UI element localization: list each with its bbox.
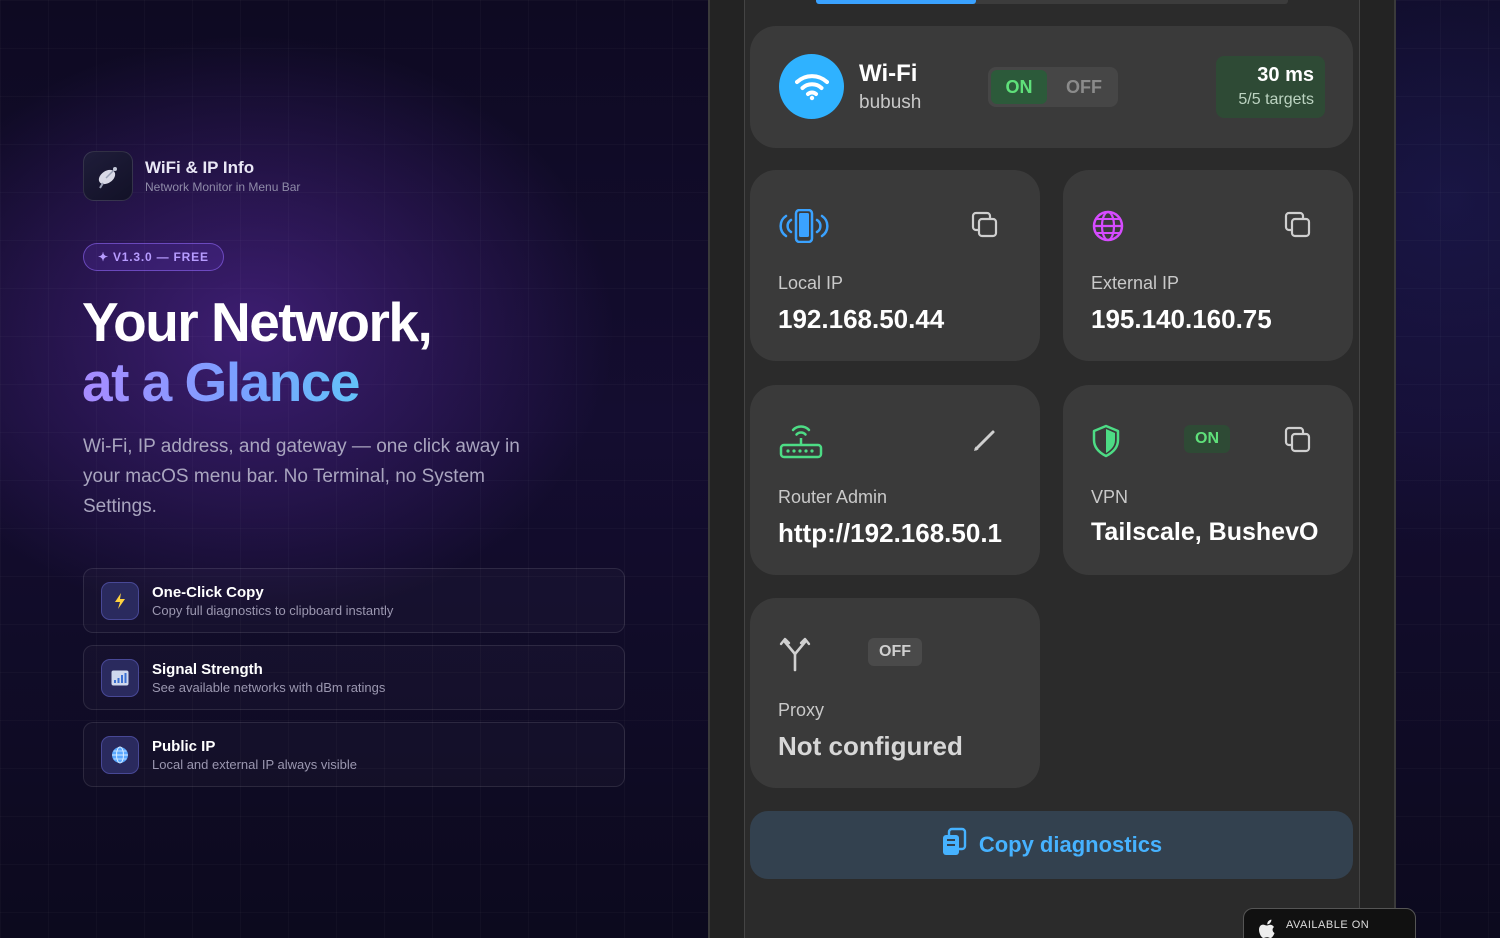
local-ip-label: Local IP: [778, 273, 844, 293]
wifi-ssid: bubush: [859, 92, 922, 113]
globe-icon: [101, 735, 139, 774]
copy-icon[interactable]: [970, 210, 1002, 242]
feature-desc: Local and external IP always visible: [152, 756, 357, 772]
feature-public-ip: Public IP Local and external IP always v…: [83, 722, 625, 787]
brand-title: WiFi & IP Info: [145, 158, 255, 177]
description: Wi-Fi, IP address, and gateway — one cli…: [83, 436, 520, 517]
copy-diagnostics-button[interactable]: Copy diagnostics: [750, 811, 1353, 879]
copy-icon[interactable]: [1283, 425, 1315, 457]
vpn-label: VPN: [1091, 487, 1129, 507]
router-value[interactable]: http://192.168.50.1: [778, 518, 1002, 549]
router-icon: [778, 421, 832, 461]
signal-chart-icon: [101, 658, 139, 697]
clipboard-icon: [941, 827, 967, 863]
phone-signal-icon: [778, 206, 832, 246]
feature-desc: Copy full diagnostics to clipboard insta…: [152, 602, 394, 618]
proxy-value: Not configured: [778, 731, 963, 761]
vpn-card[interactable]: ON VPN Tailscale, BushevO: [1063, 385, 1353, 575]
feature-title: One-Click Copy: [152, 583, 264, 601]
ping-indicator: 30 ms 5/5 targets: [1216, 56, 1325, 118]
router-admin-card[interactable]: Router Admin http://192.168.50.1: [750, 385, 1040, 575]
apple-logo-icon: [1258, 919, 1276, 938]
external-ip-label: External IP: [1091, 273, 1180, 293]
wifi-toggle-off[interactable]: OFF: [1054, 70, 1114, 104]
feature-title: Public IP: [152, 737, 216, 755]
store-badge-text: AVAILABLE ON: [1286, 919, 1370, 931]
headline: Your Network, at a Glance: [82, 291, 433, 412]
feature-signal-strength: Signal Strength See available networks w…: [83, 645, 625, 710]
wifi-toggle[interactable]: ON OFF: [988, 67, 1118, 107]
brand: WiFi & IP Info Network Monitor in Menu B…: [83, 151, 300, 201]
progress-fill: [816, 0, 976, 4]
feature-one-click-copy: One-Click Copy Copy full diagnostics to …: [83, 568, 625, 633]
external-ip-card[interactable]: External IP 195.140.160.75: [1063, 170, 1353, 361]
headline-line-2: at a Glance: [82, 352, 431, 412]
wifi-title: Wi-Fi: [859, 60, 918, 87]
local-ip-value: 192.168.50.44: [778, 304, 945, 334]
proxy-fork-icon: [778, 634, 832, 674]
vpn-status-badge: ON: [1184, 425, 1230, 453]
copy-diagnostics-label: Copy diagnostics: [978, 832, 1163, 857]
headline-line-1: Your Network,: [82, 291, 433, 353]
vpn-value: Tailscale, BushevO: [1091, 518, 1319, 546]
wifi-card: Wi-Fi bubush ON OFF 30 ms 5/5 targets: [750, 26, 1353, 148]
shield-icon: [1091, 421, 1145, 461]
wifi-icon: [779, 54, 844, 119]
local-ip-card[interactable]: Local IP 192.168.50.44: [750, 170, 1040, 361]
version-badge: ✦ V1.3.0 — FREE: [83, 243, 224, 271]
external-ip-value: 195.140.160.75: [1091, 304, 1272, 334]
router-label: Router Admin: [778, 487, 888, 507]
proxy-status-badge: OFF: [868, 638, 922, 666]
feature-desc: See available networks with dBm ratings: [152, 679, 386, 695]
wifi-toggle-on[interactable]: ON: [991, 70, 1047, 104]
ping-value: 30 ms: [1257, 64, 1314, 86]
feature-title: Signal Strength: [152, 660, 263, 678]
ping-targets: 5/5 targets: [1238, 91, 1314, 108]
brand-subtitle: Network Monitor in Menu Bar: [145, 180, 301, 194]
proxy-card[interactable]: OFF Proxy Not configured: [750, 598, 1040, 788]
pencil-icon[interactable]: [970, 425, 1002, 457]
lightning-icon: [101, 581, 139, 620]
mac-app-store-badge[interactable]: AVAILABLE ON: [1243, 908, 1416, 938]
proxy-label: Proxy: [778, 700, 825, 720]
copy-icon[interactable]: [1283, 210, 1315, 242]
globe-icon: [1091, 206, 1145, 246]
satellite-dish-icon: [83, 151, 133, 201]
